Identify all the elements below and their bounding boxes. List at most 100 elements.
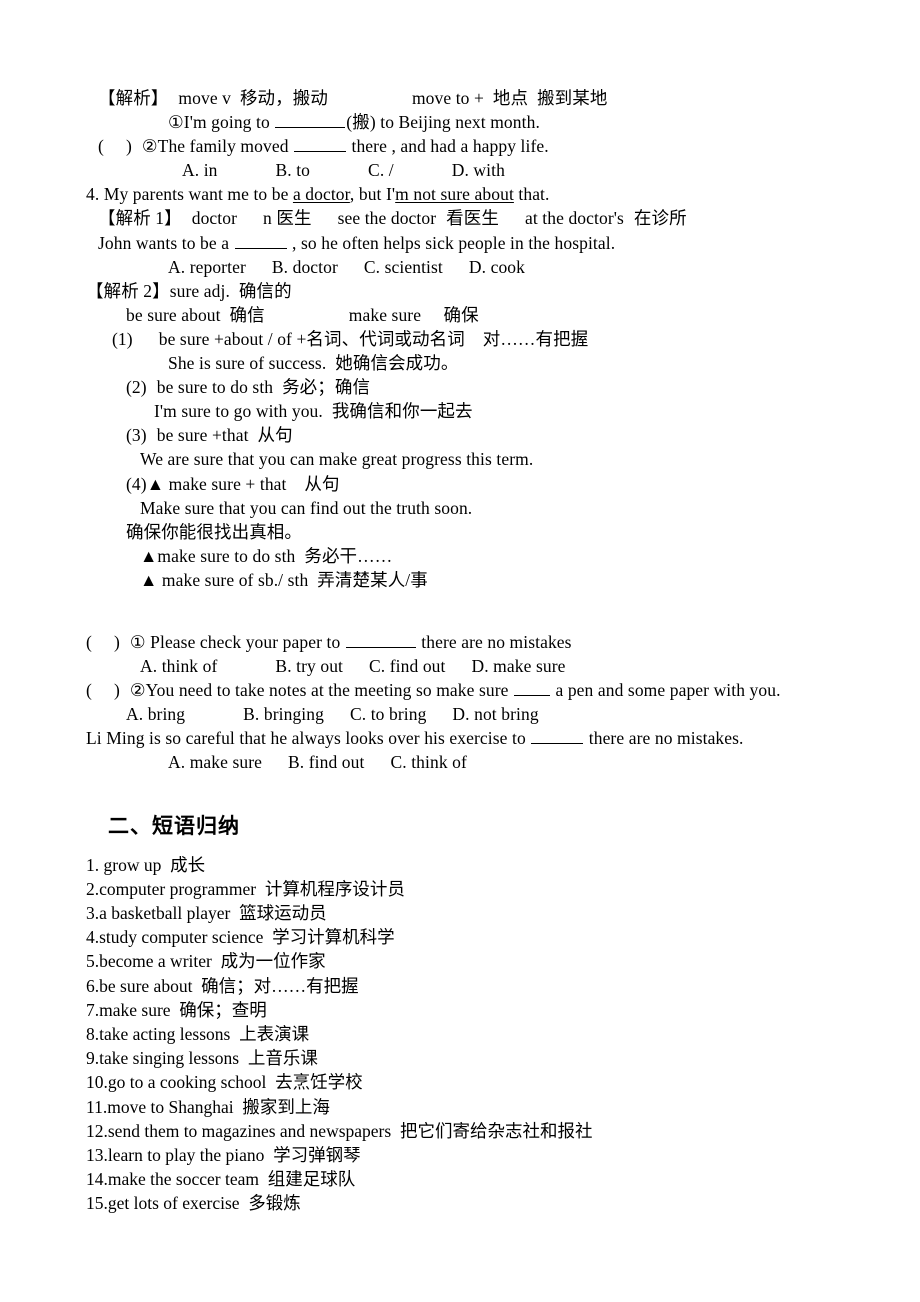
option-b[interactable]: B. to xyxy=(276,160,311,180)
option-d[interactable]: D. with xyxy=(452,160,505,180)
rule-2: (2) be sure to do sth 务必；确信 xyxy=(126,375,880,399)
vertical-gap xyxy=(86,799,880,811)
explanation-sure-line: 【解析 2】sure adj. 确信的 xyxy=(86,279,880,303)
rule-4-example: Make sure that you can find out the trut… xyxy=(140,496,880,520)
item-text-part1: My parents want me to be xyxy=(103,184,293,205)
phrase-item: 12.send them to magazines and newspapers… xyxy=(86,1120,593,1141)
option-c[interactable]: C. think of xyxy=(390,752,466,772)
triangle-note-2: ▲ make sure of sb./ sth 弄清楚某人/事 xyxy=(140,568,880,592)
phrase-item: 13.learn to play the piano 学习弹钢琴 xyxy=(86,1144,361,1165)
answer-paren-close: ) xyxy=(113,631,120,652)
option-a[interactable]: A. bring xyxy=(126,704,185,724)
rule-number: (2) xyxy=(126,377,147,398)
make-sure-phrase: make sure 确保 xyxy=(348,304,479,325)
rule-4-example-cn: 确保你能很找出真相。 xyxy=(126,520,880,544)
options-move-2: A. in B. to C. / D. with xyxy=(182,158,880,182)
explanation-doctor-phrase2: at the doctor's xyxy=(524,208,624,229)
options-final-question: A. make sure B. find out C. think of xyxy=(168,750,880,774)
fill-in-blank[interactable] xyxy=(234,233,287,249)
phrase-item: 8.take acting lessons 上表演课 xyxy=(86,1023,310,1044)
option-b[interactable]: B. bringing xyxy=(243,704,324,724)
option-a[interactable]: A. make sure xyxy=(168,752,262,772)
explanation-doctor-word: doctor xyxy=(191,208,238,229)
item-number: 4. xyxy=(86,184,104,205)
explanation-sure-body: sure adj. 确信的 xyxy=(169,280,292,301)
item-text-part2: , but I' xyxy=(349,184,396,205)
example-text: I'm sure to go with you. 我确信和你一起去 xyxy=(154,401,473,422)
triangle-note-1: ▲make sure to do sth 务必干…… xyxy=(140,544,880,568)
explanation-move-line: 【解析】 move v 移动，搬动 move to + 地点 搬到某地 xyxy=(98,86,880,110)
phrase-item: 14.make the soccer team 组建足球队 xyxy=(86,1169,356,1190)
rule-number: (1) xyxy=(112,328,133,349)
example-text: Make sure that you can find out the trut… xyxy=(140,497,473,518)
question-doctor: John wants to be a , so he often helps s… xyxy=(98,231,880,255)
answer-paren-close: ) xyxy=(113,680,120,701)
answer-paren-close: ) xyxy=(125,136,132,157)
phrase-item: 9.take singing lessons 上音乐课 xyxy=(86,1048,318,1069)
document-page: 【解析】 move v 移动，搬动 move to + 地点 搬到某地 ①I'm g… xyxy=(0,0,920,1302)
answer-paren-open[interactable]: ( xyxy=(86,632,92,652)
explanation-doctor-phrase1: see the doctor xyxy=(337,208,437,229)
exercise-2: () ②You need to take notes at the meeting… xyxy=(86,678,880,702)
section-2-heading: 二、短语归纳 xyxy=(108,813,240,838)
fill-in-blank[interactable] xyxy=(514,681,551,697)
option-d[interactable]: D. not bring xyxy=(452,704,538,724)
option-b[interactable]: B. doctor xyxy=(272,257,338,277)
rule-number: (3) xyxy=(126,425,147,446)
question-text-after: a pen and some paper with you. xyxy=(551,680,781,701)
option-b[interactable]: B. find out xyxy=(288,752,364,772)
phrase-item: 11.move to Shanghai 搬家到上海 xyxy=(86,1096,330,1117)
underlined-phrase-not-sure-about: m not sure about xyxy=(395,184,514,205)
phrase-item: 2.computer programmer 计算机程序设计员 xyxy=(86,878,405,899)
phrase-item: 15.get lots of exercise 多锻炼 xyxy=(86,1193,301,1214)
question-text-after: (搬) to Beijing next month. xyxy=(346,112,540,133)
explanation-sure-tag: 【解析 2】 xyxy=(86,280,170,301)
triangle-marker-icon: ▲ xyxy=(140,569,158,590)
option-c[interactable]: C. scientist xyxy=(364,257,443,277)
phrase-item: 7.make sure 确保；查明 xyxy=(86,999,267,1020)
fill-in-blank[interactable] xyxy=(275,113,346,129)
question-text-before: John wants to be a xyxy=(98,232,234,253)
question-text-before: You need to take notes at the meeting so… xyxy=(145,680,514,701)
fill-in-blank[interactable] xyxy=(531,729,584,745)
question-text-before: The family moved xyxy=(157,136,294,157)
vertical-gap xyxy=(86,841,880,853)
options-exercise-1: A. think of B. try out C. find out D. make … xyxy=(140,654,880,678)
option-c[interactable]: C. / xyxy=(368,160,394,180)
question-text-before: Please check your paper to xyxy=(145,631,345,652)
phrase-item: 10.go to a cooking school 去烹饪学校 xyxy=(86,1072,363,1093)
fill-in-blank[interactable] xyxy=(345,633,416,648)
item-text-part3: that. xyxy=(513,184,550,205)
option-b[interactable]: B. try out xyxy=(275,656,343,676)
explanation-doctor-meaning1: 看医生 xyxy=(446,208,499,229)
explanation-move-body: move v 移动，搬动 xyxy=(178,88,328,108)
rule-1: (1) be sure +about / of +名词、代词或动名词 对……有把握 xyxy=(112,327,880,351)
option-a[interactable]: A. in xyxy=(182,160,218,180)
phrase-list: 1. grow up 成长 2.computer programmer 计算机程… xyxy=(86,853,880,1216)
question-text-after: there are no mistakes xyxy=(416,631,572,652)
options-exercise-2: A. bring B. bringing C. to bring D. not bri… xyxy=(126,702,880,726)
rule-4: (4)▲ make sure + that 从句 xyxy=(126,472,880,496)
explanation-move-tag: 【解析】 xyxy=(98,88,169,108)
phrase-item: 3.a basketball player 篮球运动员 xyxy=(86,902,327,923)
rule-text: be sure to do sth 务必；确信 xyxy=(156,377,371,398)
fill-in-blank[interactable] xyxy=(294,137,347,153)
triangle-note-text: make sure of sb./ sth 弄清楚某人/事 xyxy=(157,569,428,590)
sure-phrases-line: be sure about 确信 make sure 确保 xyxy=(126,303,880,327)
rule-2-example: I'm sure to go with you. 我确信和你一起去 xyxy=(154,399,880,423)
option-c[interactable]: C. find out xyxy=(369,656,445,676)
phrase-item: 1. grow up 成长 xyxy=(86,854,206,875)
option-c[interactable]: C. to bring xyxy=(350,704,426,724)
question-move-1: ①I'm going to (搬) to Beijing next month. xyxy=(168,110,880,134)
answer-paren-open[interactable]: ( xyxy=(86,680,92,700)
final-question: Li Ming is so careful that he always loo… xyxy=(86,726,880,750)
option-d[interactable]: D. cook xyxy=(469,257,525,277)
option-a[interactable]: A. think of xyxy=(140,656,217,676)
phrase-item: 4.study computer science 学习计算机科学 xyxy=(86,927,395,948)
option-a[interactable]: A. reporter xyxy=(168,257,246,277)
answer-paren-open[interactable]: ( xyxy=(98,136,104,156)
rule-text: make sure + that 从句 xyxy=(164,473,340,494)
option-d[interactable]: D. make sure xyxy=(471,656,565,676)
explanation-doctor-line: 【解析 1】 doctor n 医生 see the doctor 看医生 at the … xyxy=(98,206,880,230)
document-body: 【解析】 move v 移动，搬动 move to + 地点 搬到某地 ①I'm g… xyxy=(0,86,920,1216)
